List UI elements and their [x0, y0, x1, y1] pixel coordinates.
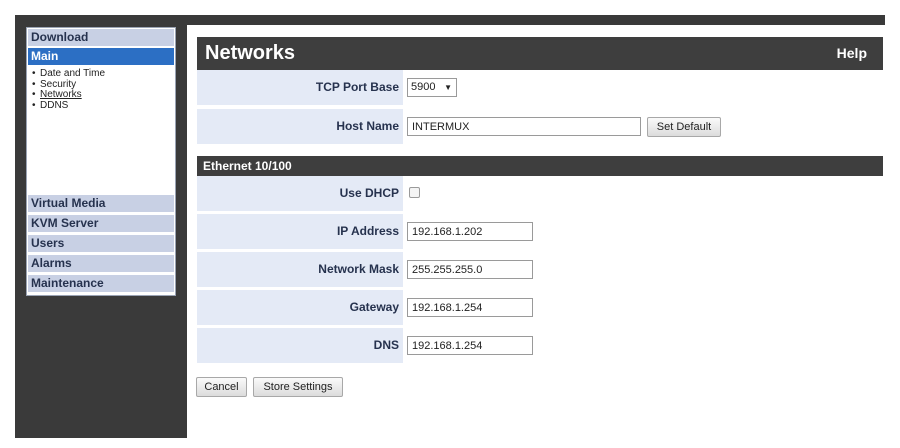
- sidebar-item-users[interactable]: Users: [28, 235, 174, 252]
- sidebar-item-download[interactable]: Download: [28, 29, 174, 46]
- row-use-dhcp: Use DHCP: [197, 176, 883, 211]
- sidebar-submenu: • Date and Time • Security • Networks • DDNS: [32, 68, 105, 112]
- sidebar: Download Main • Date and Time • Security •…: [26, 27, 176, 296]
- row-tcp-port-base: TCP Port Base 5900 ▼: [197, 70, 883, 105]
- sidebar-item-kvm-server[interactable]: KVM Server: [28, 215, 174, 232]
- help-link[interactable]: Help: [837, 45, 867, 61]
- cancel-button[interactable]: Cancel: [196, 377, 247, 397]
- row-dns: DNS: [197, 328, 883, 363]
- sidebar-item-alarms[interactable]: Alarms: [28, 255, 174, 272]
- dropdown-arrow-icon: ▼: [444, 83, 452, 92]
- tcp-port-base-select[interactable]: 5900 ▼: [407, 78, 457, 97]
- ip-address-input[interactable]: [407, 222, 533, 241]
- gateway-label: Gateway: [197, 290, 403, 325]
- sidebar-item-main[interactable]: Main: [28, 48, 174, 65]
- title-bar: Networks Help: [197, 37, 883, 70]
- sidebar-item-maintenance[interactable]: Maintenance: [28, 275, 174, 292]
- dns-input[interactable]: [407, 336, 533, 355]
- tcp-port-base-label: TCP Port Base: [197, 70, 403, 105]
- use-dhcp-checkbox[interactable]: [409, 187, 420, 198]
- sidebar-item-virtual-media[interactable]: Virtual Media: [28, 195, 174, 212]
- gateway-input[interactable]: [407, 298, 533, 317]
- row-gateway: Gateway: [197, 290, 883, 325]
- store-settings-button[interactable]: Store Settings: [253, 377, 343, 397]
- use-dhcp-label: Use DHCP: [197, 176, 403, 211]
- page-title: Networks: [205, 42, 296, 64]
- network-mask-label: Network Mask: [197, 252, 403, 287]
- host-name-label: Host Name: [197, 109, 403, 144]
- set-default-button[interactable]: Set Default: [647, 117, 721, 137]
- ip-address-label: IP Address: [197, 214, 403, 249]
- main-panel: Networks Help TCP Port Base 5900 ▼ Host …: [187, 25, 885, 438]
- ethernet-section-header: Ethernet 10/100: [197, 156, 883, 176]
- host-name-input[interactable]: [407, 117, 641, 136]
- sidebar-subitem-ddns[interactable]: • DDNS: [32, 100, 105, 112]
- network-mask-input[interactable]: [407, 260, 533, 279]
- row-host-name: Host Name Set Default: [197, 109, 883, 144]
- row-network-mask: Network Mask: [197, 252, 883, 287]
- dns-label: DNS: [197, 328, 403, 363]
- row-ip-address: IP Address: [197, 214, 883, 249]
